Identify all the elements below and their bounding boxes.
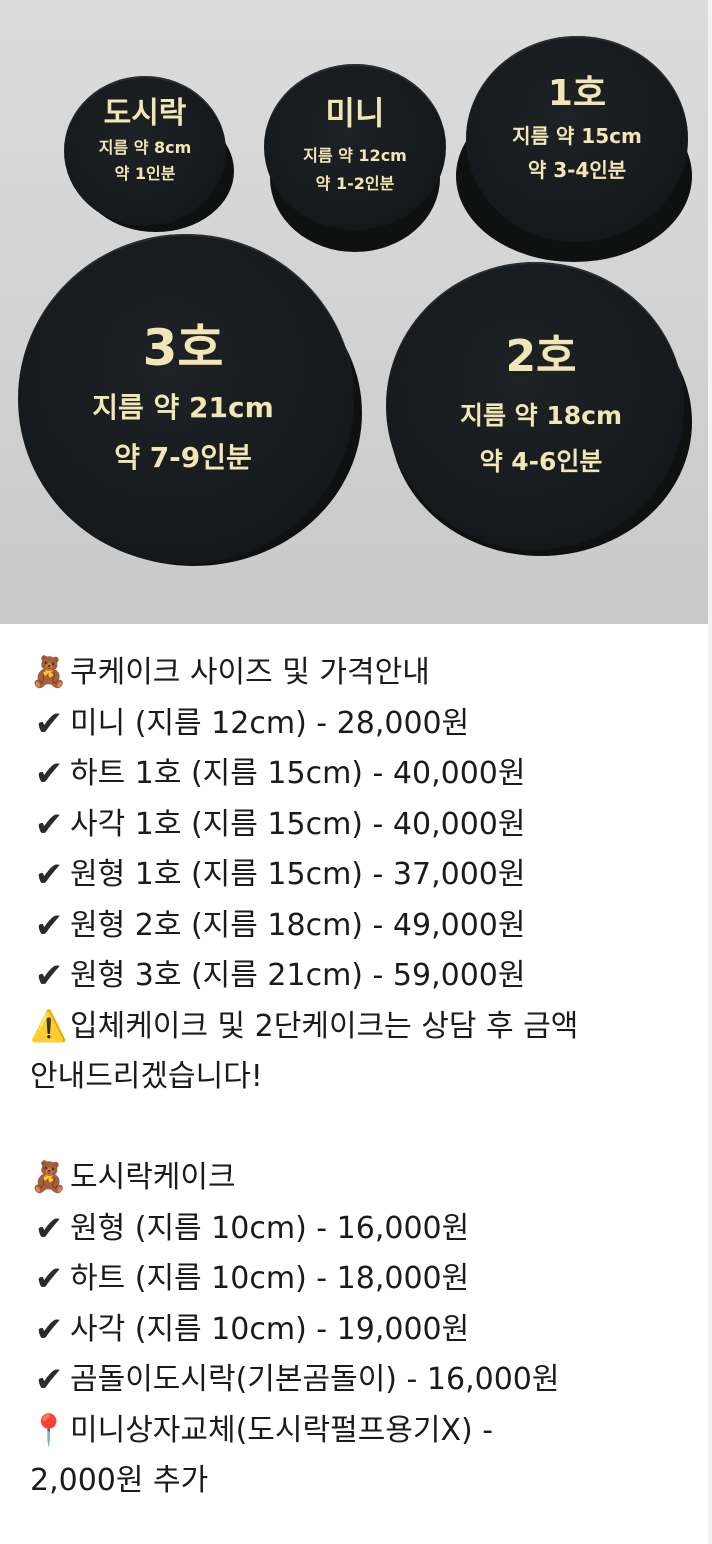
cake-item-text: 미니 (지름 12cm) - 28,000원 xyxy=(70,705,470,741)
cake-item-text: 하트 1호 (지름 15cm) - 40,000원 xyxy=(70,756,526,791)
notice-line-continued: 안내드리겠습니다! xyxy=(30,1052,688,1103)
tin-no1: 1호 지름 약 15cm 약 3-4인분 xyxy=(454,36,694,264)
round-pushpin-icon: 📍 xyxy=(30,1412,68,1448)
extra-text-2: 2,000원 추가 xyxy=(30,1463,209,1498)
dosirak-section-header: 🧸 도시락케이크 xyxy=(30,1153,688,1204)
list-item: ✔ 곰돌이도시락(기본곰돌이) - 16,000원 xyxy=(30,1355,688,1406)
list-item: ✔ 사각 (지름 10cm) - 19,000원 xyxy=(30,1305,688,1356)
cake-header-text: 쿠케이크 사이즈 및 가격안내 xyxy=(70,655,430,690)
tin-no2-diameter: 지름 약 18cm xyxy=(459,401,623,430)
message-card: 도시락 지름 약 8cm 약 1인분 미니 지름 약 12cm 약 1-2인분 … xyxy=(0,0,708,1544)
message-text: 🧸 쿠케이크 사이즈 및 가격안내 ✔ 미니 (지름 12cm) - 28,00… xyxy=(30,648,688,1507)
tin-no2: 2호 지름 약 18cm 약 4-6인분 xyxy=(386,262,692,558)
check-mark-icon: ✔ xyxy=(34,804,64,845)
tin-mini-title: 미니 xyxy=(325,94,385,132)
check-mark-icon: ✔ xyxy=(34,855,64,896)
tin-no2-title: 2호 xyxy=(505,331,577,382)
tin-no3: 3호 지름 약 21cm 약 7-9인분 xyxy=(18,234,362,570)
tin-mini-servings: 약 1-2인분 xyxy=(315,174,395,193)
cake-tins-photo[interactable]: 도시락 지름 약 8cm 약 1인분 미니 지름 약 12cm 약 1-2인분 … xyxy=(0,0,708,624)
warning-icon: ⚠️ xyxy=(30,1008,68,1044)
cake-section-header: 🧸 쿠케이크 사이즈 및 가격안내 xyxy=(30,648,688,699)
cake-item-text: 원형 2호 (지름 18cm) - 49,000원 xyxy=(70,907,526,943)
tin-dosirak-servings: 약 1인분 xyxy=(114,164,176,183)
dosirak-item-text: 하트 (지름 10cm) - 18,000원 xyxy=(70,1261,470,1296)
tin-mini-diameter: 지름 약 12cm xyxy=(303,146,407,165)
list-item: ✔ 원형 (지름 10cm) - 16,000원 xyxy=(30,1204,688,1255)
check-mark-icon: ✔ xyxy=(34,1259,64,1300)
tin-no1-diameter: 지름 약 15cm xyxy=(512,124,642,148)
dosirak-header-text: 도시락케이크 xyxy=(70,1160,236,1195)
dosirak-item-text: 사각 (지름 10cm) - 19,000원 xyxy=(70,1311,470,1347)
tin-dosirak-title: 도시락 xyxy=(103,96,187,131)
tin-no3-diameter: 지름 약 21cm xyxy=(92,391,274,424)
check-mark-icon: ✔ xyxy=(34,703,64,744)
dosirak-item-text: 곰돌이도시락(기본곰돌이) - 16,000원 xyxy=(70,1362,560,1397)
list-item: ✔ 원형 2호 (지름 18cm) - 49,000원 xyxy=(30,901,688,952)
cake-item-text: 사각 1호 (지름 15cm) - 40,000원 xyxy=(70,806,526,842)
notice-line: ⚠️ 입체케이크 및 2단케이크는 상담 후 금액 xyxy=(30,1002,688,1053)
check-mark-icon: ✔ xyxy=(34,1360,64,1401)
check-mark-icon: ✔ xyxy=(34,754,64,795)
cake-item-text: 원형 1호 (지름 15cm) - 37,000원 xyxy=(70,857,526,892)
extra-line: 📍 미니상자교체(도시락펄프용기X) - xyxy=(30,1406,688,1457)
extra-text-1: 미니상자교체(도시락펄프용기X) - xyxy=(70,1412,494,1448)
teddy-bear-icon: 🧸 xyxy=(30,655,68,691)
tin-no1-servings: 약 3-4인분 xyxy=(527,158,627,182)
tin-mini: 미니 지름 약 12cm 약 1-2인분 xyxy=(264,64,446,254)
notice-text-1: 입체케이크 및 2단케이크는 상담 후 금액 xyxy=(70,1008,579,1044)
list-item: ✔ 하트 1호 (지름 15cm) - 40,000원 xyxy=(30,749,688,800)
list-item: ✔ 사각 1호 (지름 15cm) - 40,000원 xyxy=(30,800,688,851)
teddy-bear-icon: 🧸 xyxy=(30,1160,68,1196)
tin-no2-servings: 약 4-6인분 xyxy=(479,447,603,476)
dosirak-item-text: 원형 (지름 10cm) - 16,000원 xyxy=(70,1210,470,1246)
cake-item-text: 원형 3호 (지름 21cm) - 59,000원 xyxy=(70,958,526,993)
list-item: ✔ 하트 (지름 10cm) - 18,000원 xyxy=(30,1254,688,1305)
list-item: ✔ 원형 3호 (지름 21cm) - 59,000원 xyxy=(30,951,688,1002)
check-mark-icon: ✔ xyxy=(34,956,64,997)
list-item: ✔ 미니 (지름 12cm) - 28,000원 xyxy=(30,699,688,750)
check-mark-icon: ✔ xyxy=(34,1309,64,1350)
tin-dosirak: 도시락 지름 약 8cm 약 1인분 xyxy=(64,76,240,236)
check-mark-icon: ✔ xyxy=(34,905,64,946)
tin-dosirak-diameter: 지름 약 8cm xyxy=(98,138,192,157)
list-item: ✔ 원형 1호 (지름 15cm) - 37,000원 xyxy=(30,850,688,901)
tin-no3-servings: 약 7-9인분 xyxy=(114,441,252,474)
check-mark-icon: ✔ xyxy=(34,1208,64,1249)
tin-no3-title: 3호 xyxy=(142,319,224,377)
notice-text-2: 안내드리겠습니다! xyxy=(30,1059,263,1094)
tin-no1-title: 1호 xyxy=(547,73,607,114)
extra-line-continued: 2,000원 추가 xyxy=(30,1456,688,1507)
